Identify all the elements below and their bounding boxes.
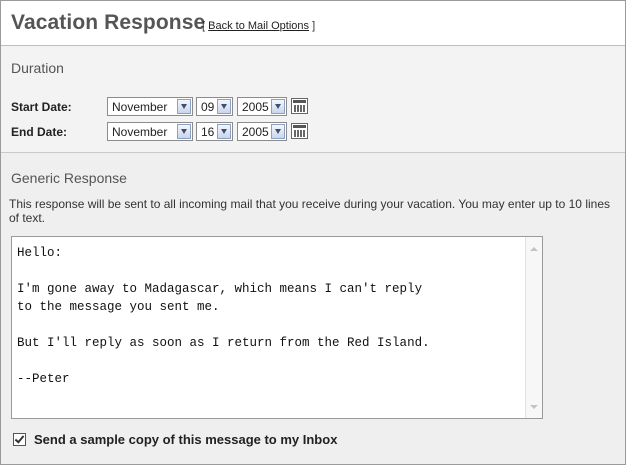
start-month-value: November bbox=[112, 100, 168, 114]
generic-response-heading: Generic Response bbox=[11, 170, 127, 186]
chevron-down-icon[interactable] bbox=[217, 124, 231, 139]
start-year-select[interactable]: 2005 bbox=[237, 97, 287, 116]
chevron-down-icon[interactable] bbox=[177, 124, 191, 139]
start-month-select[interactable]: November bbox=[107, 97, 193, 116]
start-day-select[interactable]: 09 bbox=[196, 97, 233, 116]
generic-response-description: This response will be sent to all incomi… bbox=[9, 197, 610, 225]
response-message-textarea[interactable]: Hello: I'm gone away to Madagascar, whic… bbox=[11, 236, 543, 419]
end-year-value: 2005 bbox=[242, 125, 269, 139]
response-message-text[interactable]: Hello: I'm gone away to Madagascar, whic… bbox=[17, 244, 522, 388]
scroll-down-icon[interactable] bbox=[528, 402, 539, 413]
back-link-wrapper: [ Back to Mail Options ] bbox=[202, 20, 315, 32]
bracket-open: [ bbox=[202, 20, 206, 32]
start-day-value: 09 bbox=[201, 100, 215, 114]
textarea-scrollbar[interactable] bbox=[525, 237, 542, 418]
sample-copy-label[interactable]: Send a sample copy of this message to my… bbox=[34, 432, 337, 447]
page-title: Vacation Response bbox=[11, 11, 206, 34]
scroll-up-icon[interactable] bbox=[528, 243, 539, 254]
vacation-response-panel: Vacation Response [ Back to Mail Options… bbox=[0, 0, 626, 465]
start-year-value: 2005 bbox=[242, 100, 269, 114]
chevron-down-icon[interactable] bbox=[217, 99, 231, 114]
chevron-down-icon[interactable] bbox=[271, 99, 285, 114]
start-date-label: Start Date: bbox=[11, 100, 72, 114]
end-month-value: November bbox=[112, 125, 168, 139]
bracket-close: ] bbox=[312, 20, 316, 32]
duration-section: Duration Start Date: November 09 2005 En… bbox=[1, 46, 625, 150]
end-day-select[interactable]: 16 bbox=[196, 122, 233, 141]
end-month-select[interactable]: November bbox=[107, 122, 193, 141]
generic-response-section: Generic Response This response will be s… bbox=[1, 153, 625, 464]
calendar-icon[interactable] bbox=[291, 98, 308, 114]
end-year-select[interactable]: 2005 bbox=[237, 122, 287, 141]
page-header: Vacation Response [ Back to Mail Options… bbox=[1, 1, 625, 46]
calendar-icon[interactable] bbox=[291, 123, 308, 139]
back-to-mail-options-link[interactable]: Back to Mail Options bbox=[208, 20, 309, 32]
end-day-value: 16 bbox=[201, 125, 215, 139]
chevron-down-icon[interactable] bbox=[177, 99, 191, 114]
end-date-label: End Date: bbox=[11, 125, 68, 139]
checkbox-checked-icon[interactable] bbox=[13, 433, 26, 446]
chevron-down-icon[interactable] bbox=[271, 124, 285, 139]
duration-heading: Duration bbox=[11, 60, 64, 76]
